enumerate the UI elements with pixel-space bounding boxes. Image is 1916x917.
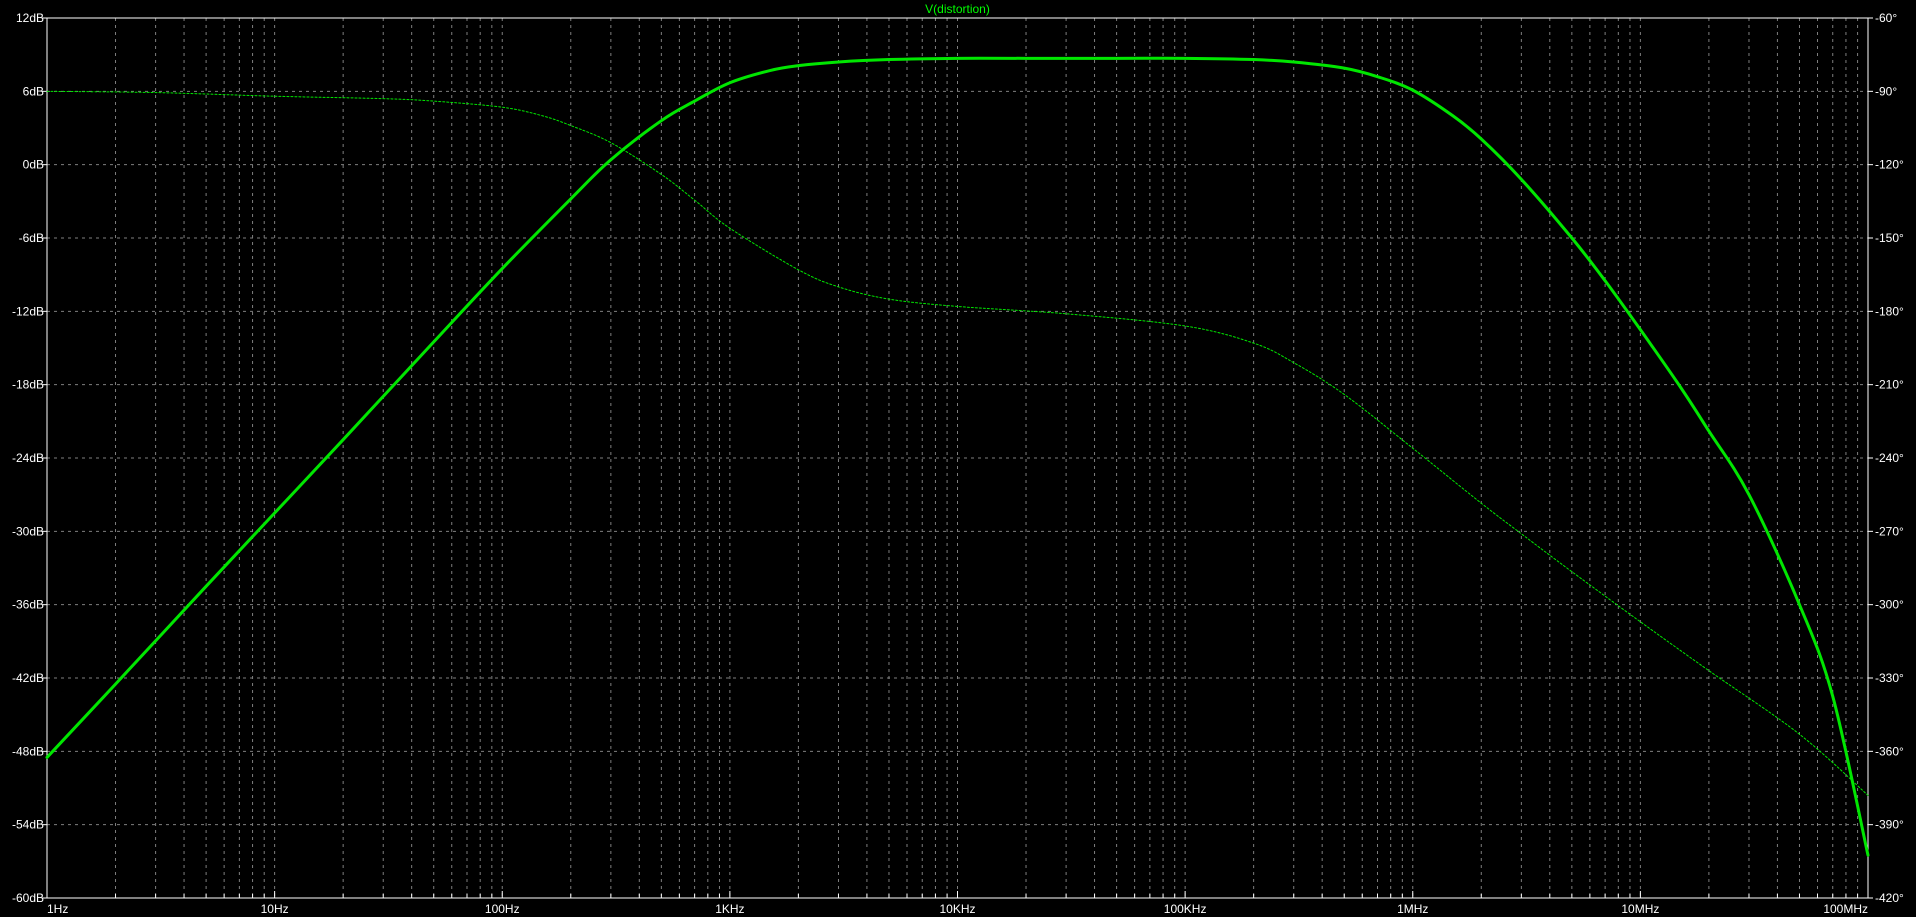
- x-tick-label: 1KHz: [715, 902, 744, 916]
- left-tick-label: -6dB: [19, 231, 44, 245]
- left-tick-label: 12dB: [16, 11, 44, 25]
- x-tick-label: 10KHz: [939, 902, 975, 916]
- left-tick-label: -12dB: [12, 304, 44, 318]
- right-tick-label: -60°: [1875, 11, 1897, 25]
- right-tick-label: -390°: [1875, 818, 1904, 832]
- chart-title[interactable]: V(distortion): [925, 2, 990, 16]
- x-tick-label: 100Hz: [485, 902, 520, 916]
- x-tick-label: 1Hz: [47, 902, 68, 916]
- right-tick-label: -420°: [1875, 891, 1904, 905]
- x-tick-label: 10Hz: [261, 902, 289, 916]
- left-tick-label: -18dB: [12, 378, 44, 392]
- right-tick-label: -240°: [1875, 451, 1904, 465]
- right-tick-label: -150°: [1875, 231, 1904, 245]
- left-tick-label: -54dB: [12, 818, 44, 832]
- x-tick-label: 100KHz: [1164, 902, 1207, 916]
- left-tick-label: 0dB: [23, 158, 44, 172]
- left-tick-label: 6dB: [23, 84, 44, 98]
- x-tick-label: 10MHz: [1621, 902, 1659, 916]
- right-tick-label: -180°: [1875, 304, 1904, 318]
- left-tick-label: -36dB: [12, 598, 44, 612]
- right-tick-label: -270°: [1875, 524, 1904, 538]
- right-tick-label: -360°: [1875, 744, 1904, 758]
- right-tick-label: -300°: [1875, 598, 1904, 612]
- left-tick-label: -24dB: [12, 451, 44, 465]
- right-tick-label: -330°: [1875, 671, 1904, 685]
- left-tick-label: -30dB: [12, 524, 44, 538]
- right-tick-label: -120°: [1875, 158, 1904, 172]
- right-tick-label: -210°: [1875, 378, 1904, 392]
- x-tick-label: 100MHz: [1823, 902, 1868, 916]
- left-tick-label: -48dB: [12, 744, 44, 758]
- bode-plot: 12dB 6dB 0dB -6dB -12dB -18dB -24dB -30dB -36dB -…: [0, 0, 1916, 917]
- left-tick-label: -42dB: [12, 671, 44, 685]
- right-tick-label: -90°: [1875, 84, 1897, 98]
- x-tick-label: 1MHz: [1397, 902, 1428, 916]
- left-tick-label: -60dB: [12, 891, 44, 905]
